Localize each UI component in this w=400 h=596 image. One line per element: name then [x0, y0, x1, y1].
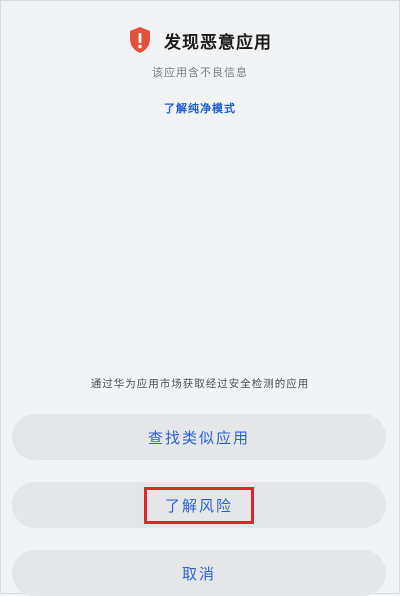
- find-similar-apps-button[interactable]: 查找类似应用: [12, 414, 386, 460]
- learn-pure-mode-link[interactable]: 了解纯净模式: [0, 100, 400, 116]
- dialog-subtitle: 该应用含不良信息: [152, 66, 248, 79]
- dialog-header: 发现恶意应用: [0, 26, 400, 54]
- find-similar-apps-label: 查找类似应用: [147, 428, 250, 447]
- learn-risk-label: 了解风险: [143, 486, 254, 524]
- cancel-label: 取消: [181, 564, 216, 583]
- notice-text: 通过华为应用市场获取经过安全检测的应用: [90, 378, 310, 390]
- warning-shield-icon: [130, 27, 150, 53]
- learn-risk-button[interactable]: 了解风险: [12, 482, 386, 528]
- dialog-title: 发现恶意应用: [164, 32, 272, 53]
- cancel-button[interactable]: 取消: [12, 550, 386, 596]
